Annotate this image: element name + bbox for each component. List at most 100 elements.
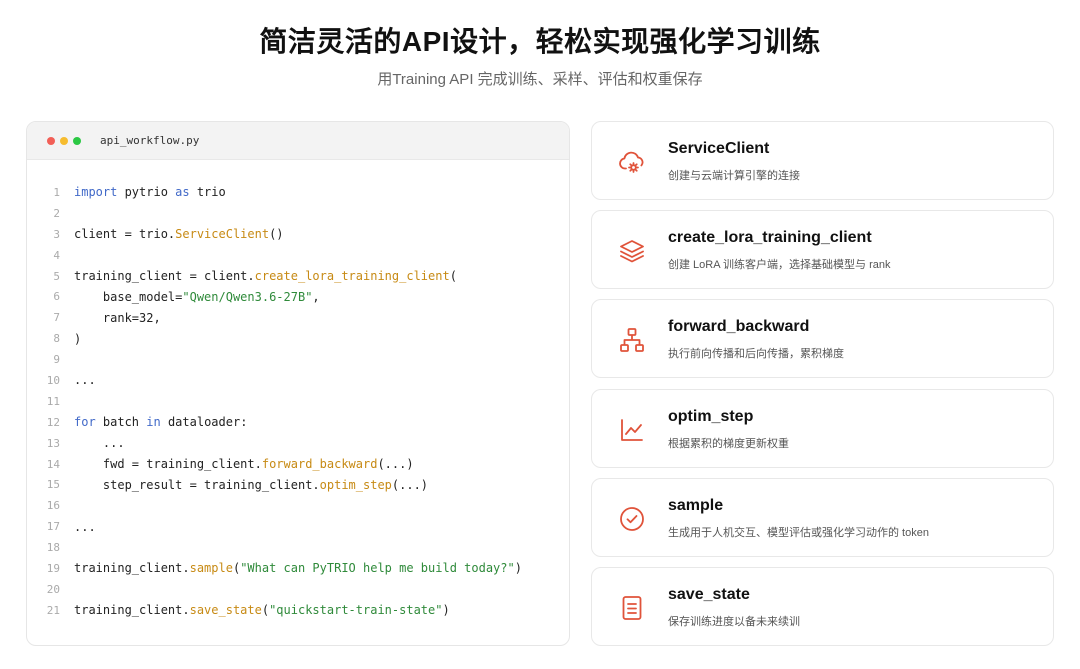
card-title: save_state [668, 586, 750, 603]
code-line: 11 [27, 391, 569, 412]
code-function: sample [189, 561, 233, 576]
api-card-sample: sample 生成用于人机交互、模型评估或强化学习动作的 token [591, 477, 1054, 557]
code-function: save_state [189, 603, 262, 618]
code-line: 1 import pytrio as trio [27, 182, 569, 203]
cloud-gear-icon [618, 148, 646, 176]
code-text: import pytrio as trio [74, 185, 226, 199]
code-text: step_result = training_client.optim_step… [74, 478, 428, 492]
line-number: 6 [53, 290, 60, 304]
line-number: 20 [46, 582, 60, 596]
card-description: 创建与云端计算引擎的连接 [668, 170, 800, 182]
line-number: 8 [53, 332, 60, 346]
code-line: 10... [27, 370, 569, 391]
card-description: 生成用于人机交互、模型评估或强化学习动作的 token [668, 526, 929, 539]
code-line: 20 [27, 579, 569, 600]
code-line: 15 step_result = training_client.optim_s… [27, 474, 569, 495]
code-text: training_client = client.create_lora_tra… [74, 269, 457, 283]
line-number: 7 [53, 311, 60, 325]
code-text: training_client.sample("What can PyTRIO … [74, 561, 522, 575]
code-token: trio [189, 185, 226, 200]
code-token: batch [95, 415, 147, 430]
card-description: 根据累积的梯度更新权重 [668, 437, 789, 450]
api-card-save-state: save_state 保存训练进度以备未来续训 [591, 567, 1054, 646]
code-token: pytrio [117, 185, 176, 200]
code-token: ) [514, 561, 522, 576]
layers-icon [618, 237, 646, 265]
line-number: 15 [46, 478, 60, 492]
code-text: rank=32, [74, 311, 161, 325]
api-card-create-lora-training-client: create_lora_training_client 创建 LoRA 训练客户端… [591, 210, 1054, 290]
code-line: 19 training_client.sample("What can PyTRI… [27, 558, 569, 579]
code-window-titlebar: api_workflow.py [27, 122, 569, 160]
code-token: dataloader: [160, 415, 248, 430]
code-token: training_client. [74, 603, 190, 618]
code-token: base_model= [74, 289, 183, 304]
line-number: 4 [53, 248, 60, 262]
line-number: 11 [46, 394, 60, 408]
code-line: 12 for batch in dataloader: [27, 412, 569, 433]
line-number: 16 [46, 499, 60, 513]
card-description: 保存训练进度以备未来续训 [668, 616, 800, 628]
code-function: forward_backward [261, 457, 378, 472]
code-token: training_client = client. [74, 269, 255, 283]
code-function: ServiceClient [175, 227, 270, 242]
line-number: 17 [46, 520, 60, 534]
code-text: ) [74, 332, 81, 346]
code-keyword: for [74, 415, 96, 430]
line-number: 1 [53, 185, 60, 199]
code-text: ... [74, 373, 96, 387]
line-number: 2 [53, 206, 60, 220]
code-line: 13 ... [27, 433, 569, 454]
code-keyword: import [74, 185, 118, 200]
check-circle-icon [618, 505, 646, 533]
code-text: for batch in dataloader: [74, 415, 247, 429]
api-card-optim-step: optim_step 根据累积的梯度更新权重 [591, 388, 1054, 468]
code-line: 21 training_client.save_state("quickstart… [27, 600, 569, 621]
api-card-forward-backward: forward_backward 执行前向传播和后向传播，累积梯度 [591, 299, 1054, 379]
line-number: 13 [46, 436, 60, 450]
code-line: 8) [27, 328, 569, 349]
line-number: 3 [53, 227, 60, 241]
card-title: forward_backward [668, 318, 810, 336]
card-title: optim_step [668, 407, 754, 425]
code-token: fwd = training_client. [74, 457, 262, 472]
line-number: 12 [46, 415, 60, 429]
code-text: ... [74, 436, 125, 450]
window-zoom-dot-icon [73, 136, 81, 145]
code-line: 5 training_client = client.create_lora_tr… [27, 266, 569, 287]
code-line: 7 rank=32, [27, 307, 569, 328]
code-token: training_client. [74, 561, 190, 576]
code-token: ) [442, 603, 450, 618]
code-body: 1 import pytrio as trio 2 3 client = trio.Se… [27, 160, 569, 621]
code-function: create_lora_training_client [254, 269, 450, 283]
code-line: 3 client = trio.ServiceClient() [27, 224, 569, 245]
code-text: ... [74, 520, 96, 534]
code-line: 16 [27, 495, 569, 516]
code-string: "quickstart-train-state" [269, 603, 443, 618]
code-text: client = trio.ServiceClient() [74, 227, 284, 241]
code-token: ( [449, 269, 457, 283]
page-subtitle: 用Training API 完成训练、采样、评估和权重保存 [377, 71, 703, 88]
code-token: () [269, 227, 284, 242]
line-number: 14 [46, 457, 60, 471]
code-text: base_model="Qwen/Qwen3.6-27B", [74, 290, 320, 304]
page-title: 简洁灵活的API设计，轻松实现强化学习训练 [259, 26, 821, 57]
line-number: 21 [46, 603, 60, 617]
code-keyword: as [175, 185, 190, 200]
window-close-dot-icon [47, 136, 55, 145]
card-title: sample [668, 496, 724, 514]
code-string: "What can PyTRIO help me build today?" [240, 561, 515, 576]
code-line: 14 fwd = training_client.forward_backwar… [27, 454, 569, 475]
code-token: ... [74, 519, 96, 534]
card-title: ServiceClient [668, 140, 770, 157]
line-number: 19 [46, 561, 60, 575]
code-line: 9 [27, 349, 569, 370]
card-description: 创建 LoRA 训练客户端，选择基础模型与 rank [668, 259, 891, 272]
code-token: step_result = training_client. [74, 477, 320, 492]
code-text: training_client.save_state("quickstart-t… [74, 603, 450, 617]
page: 简洁灵活的API设计，轻松实现强化学习训练 用Training API 完成训练… [0, 0, 1080, 669]
network-icon [618, 326, 646, 354]
code-token: ( [261, 603, 270, 618]
code-line: 18 [27, 537, 569, 558]
code-text: fwd = training_client.forward_backward(.… [74, 457, 414, 471]
